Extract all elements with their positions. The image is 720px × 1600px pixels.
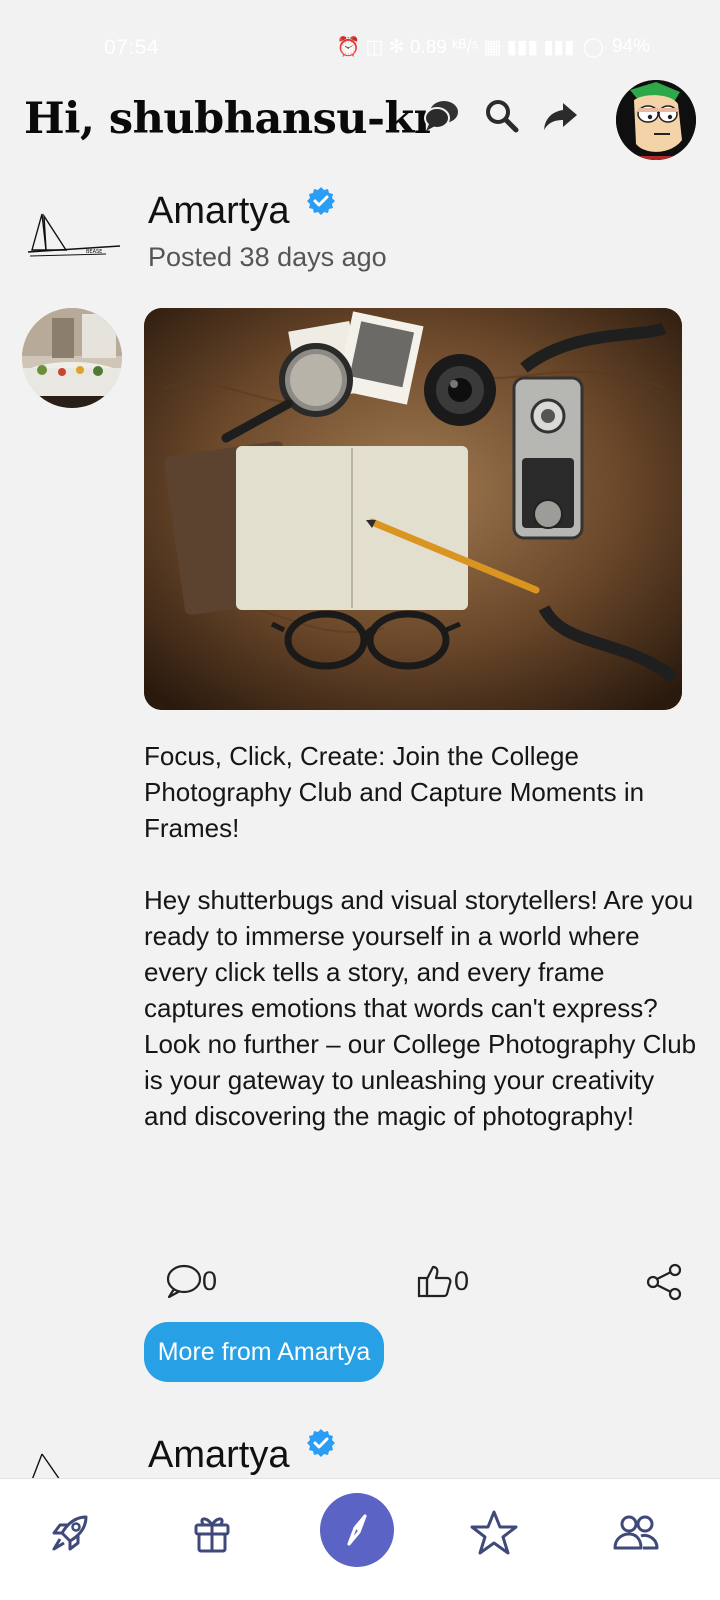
gift-icon[interactable] — [180, 1501, 244, 1565]
share-icon — [646, 1263, 682, 1301]
post-body: Focus, Click, Create: Join the College P… — [144, 741, 697, 1131]
battery-icon: ◯ — [582, 36, 604, 58]
post-author[interactable]: Amartya — [148, 190, 289, 233]
verified-badge-icon — [306, 186, 336, 216]
greeting: Hi, shubhansu-kr — [24, 94, 436, 144]
user-avatar[interactable] — [616, 80, 696, 160]
more-from-author-button[interactable]: More from Amartya — [144, 1322, 384, 1382]
club-logo: BEASE — [26, 210, 122, 260]
compass-icon[interactable] — [320, 1493, 394, 1567]
club-logo-text: BEASE — [86, 249, 102, 255]
like-button[interactable]: 0 — [416, 1262, 469, 1300]
post-actions: 0 0 — [0, 1262, 720, 1312]
club-avatar[interactable] — [22, 308, 122, 408]
search-icon[interactable] — [480, 94, 524, 138]
rocket-icon[interactable] — [38, 1501, 102, 1565]
post-timestamp: Posted 38 days ago — [148, 242, 387, 272]
status-bar: 07:54 ⏰ ◫ ✻ 0.89 ᵏᴮ/ˢ ▦ ▮▮▮ ▮▮▮ ◯ 94% — [0, 0, 720, 70]
status-icons: ⏰ ◫ ✻ 0.89 ᵏᴮ/ˢ ▦ ▮▮▮ ▮▮▮ ◯ 94% — [337, 35, 651, 59]
post-author-2[interactable]: Amartya — [148, 1434, 289, 1477]
status-time: 07:54 — [104, 36, 160, 59]
battery-level: 94% — [611, 36, 650, 57]
star-icon[interactable] — [462, 1501, 526, 1565]
bottom-nav — [0, 1478, 720, 1600]
share-arrow-icon[interactable] — [538, 94, 582, 138]
chat-icon[interactable] — [420, 94, 464, 138]
like-count: 0 — [454, 1265, 470, 1296]
post-image[interactable] — [144, 308, 682, 710]
verified-badge-icon — [306, 1428, 336, 1458]
header: Hi, shubhansu-kr — [0, 70, 720, 170]
thumbs-up-icon — [417, 1265, 452, 1298]
comment-count: 0 — [202, 1265, 218, 1296]
comment-button[interactable]: 0 — [164, 1262, 217, 1300]
status-indicators: ⏰ ◫ ✻ 0.89 ᵏᴮ/ˢ ▦ ▮▮▮ ▮▮▮ — [336, 37, 575, 58]
people-icon[interactable] — [604, 1501, 668, 1565]
comment-icon — [166, 1264, 202, 1299]
share-button[interactable] — [644, 1262, 684, 1302]
